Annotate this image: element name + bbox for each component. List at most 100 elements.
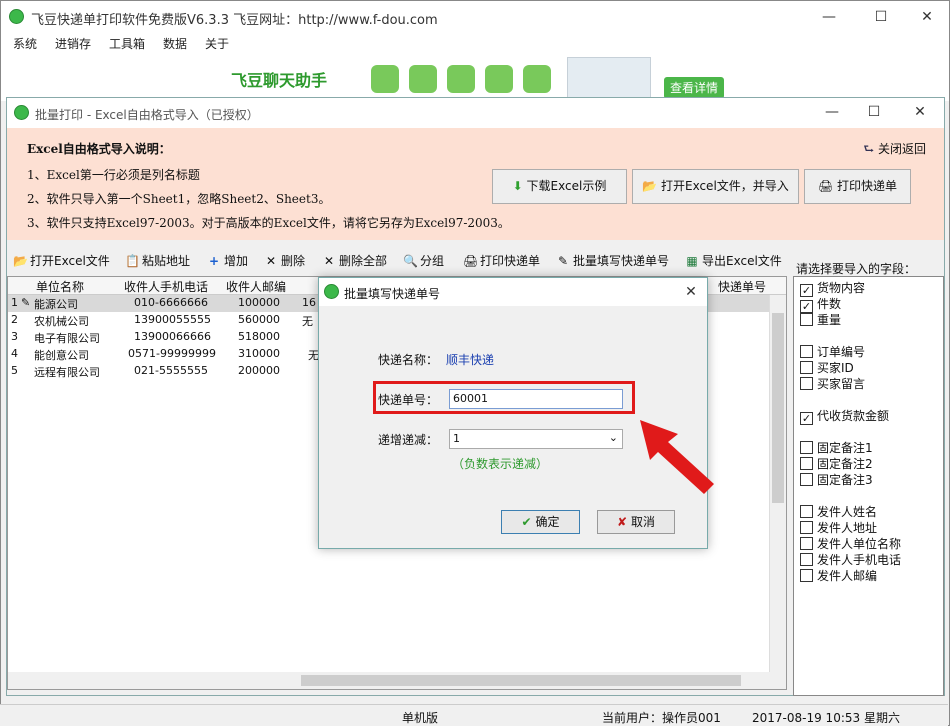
cell-phone[interactable]: 021-5555555 <box>134 364 208 377</box>
download-sample-button[interactable]: ⬇ 下载Excel示例 <box>492 169 627 204</box>
field-checkbox[interactable]: 订单编号 <box>800 343 865 360</box>
banner-details-button[interactable]: 查看详情 <box>664 77 724 99</box>
close-back-link[interactable]: ⮑ 关闭返回 <box>863 140 926 161</box>
vertical-scrollbar[interactable] <box>769 295 786 689</box>
delete-all-button[interactable]: ✕ 删除全部 <box>322 252 387 269</box>
horizontal-scrollbar[interactable] <box>8 672 771 689</box>
confirm-button[interactable]: ✔ 确定 <box>501 510 580 534</box>
cell-zip[interactable]: 310000 <box>238 347 280 360</box>
plus-icon: + <box>208 254 220 268</box>
checkbox-empty-icon[interactable] <box>800 457 813 470</box>
cell-company[interactable]: 能源公司 <box>34 296 78 312</box>
field-checkbox[interactable]: 固定备注2 <box>800 455 873 472</box>
paste-address-button[interactable]: 📋 粘贴地址 <box>125 252 190 269</box>
column-header[interactable]: 收件人手机电话 <box>124 278 208 295</box>
open-import-button[interactable]: 📂 打开Excel文件，并导入 <box>632 169 799 204</box>
field-checkbox[interactable]: ✓ 代收货款金额 <box>800 407 889 425</box>
batch-minimize-button[interactable]: — <box>822 102 842 122</box>
checkbox-empty-icon[interactable] <box>800 361 813 374</box>
cell-company[interactable]: 电子有限公司 <box>34 330 100 346</box>
cell-phone[interactable]: 010-6666666 <box>134 296 208 309</box>
menu-system[interactable]: 系统 <box>13 35 37 52</box>
field-checkbox[interactable]: 买家留言 <box>800 375 865 392</box>
field-checkbox[interactable]: 发件人邮编 <box>800 567 877 584</box>
cell-company[interactable]: 远程有限公司 <box>34 364 100 380</box>
export-excel-button[interactable]: ▦ 导出Excel文件 <box>685 252 781 269</box>
menu-about[interactable]: 关于 <box>205 35 229 52</box>
folder-icon: 📂 <box>642 179 658 193</box>
checkbox-empty-icon[interactable] <box>800 313 813 326</box>
field-checkbox[interactable]: 固定备注1 <box>800 439 873 456</box>
batch-window-icon <box>14 105 29 120</box>
cell-zip[interactable]: 518000 <box>238 330 280 343</box>
row-number: 4 <box>11 347 18 360</box>
paste-address-label: 粘贴地址 <box>142 254 191 268</box>
toolbar-print-button[interactable]: 🖨 打印快递单 <box>463 252 540 269</box>
increment-value: 1 <box>453 432 460 445</box>
column-header[interactable]: 收件人邮编 <box>226 278 286 295</box>
batch-maximize-button[interactable]: ☐ <box>864 102 884 122</box>
checkbox-empty-icon[interactable] <box>800 569 813 582</box>
field-checkbox[interactable]: 发件人地址 <box>800 519 877 536</box>
banner-screenshot-image <box>567 57 651 101</box>
field-checkbox[interactable]: 发件人姓名 <box>800 503 877 520</box>
cell-zip[interactable]: 200000 <box>238 364 280 377</box>
batch-close-button[interactable]: ✕ <box>910 102 930 122</box>
checkbox-empty-icon[interactable] <box>800 553 813 566</box>
close-button[interactable]: ✕ <box>917 7 937 27</box>
field-checkbox[interactable]: 重量 <box>800 311 841 328</box>
menu-data[interactable]: 数据 <box>163 35 187 52</box>
cell-phone[interactable]: 13900055555 <box>134 313 211 326</box>
batch-fill-button[interactable]: ✎ 批量填写快递单号 <box>556 252 669 269</box>
fields-label: 请选择要导入的字段： <box>796 262 917 276</box>
open-excel-button[interactable]: 📂 打开Excel文件 <box>13 252 110 269</box>
tracking-number-input[interactable]: 60001 <box>449 389 623 409</box>
print-express-button[interactable]: 🖨 打印快递单 <box>804 169 911 204</box>
menu-inventory[interactable]: 进销存 <box>55 35 91 52</box>
checkbox-empty-icon[interactable] <box>800 521 813 534</box>
exit-icon: ⮑ <box>863 142 875 156</box>
delete-row-button[interactable]: ✕ 删除 <box>264 252 305 269</box>
minimize-button[interactable]: — <box>819 7 839 27</box>
column-header[interactable]: 快递单号 <box>718 278 766 295</box>
maximize-button[interactable]: ☐ <box>871 7 891 27</box>
field-checkbox[interactable]: 发件人单位名称 <box>800 535 901 552</box>
field-checkbox[interactable]: 发件人手机电话 <box>800 551 901 568</box>
cancel-button[interactable]: ✘ 取消 <box>597 510 675 534</box>
scroll-thumb[interactable] <box>301 675 741 686</box>
cancel-label: 取消 <box>630 515 655 529</box>
add-row-button[interactable]: + 增加 <box>207 252 248 269</box>
checkbox-empty-icon[interactable] <box>800 345 813 358</box>
cell-phone[interactable]: 0571-99999999 <box>128 347 216 360</box>
checkbox-empty-icon[interactable] <box>800 537 813 550</box>
main-title-bar: 飞豆快递单打印软件免费版V6.3.3 飞豆网址：http://www.f-dou… <box>1 1 949 33</box>
cell-extra[interactable]: 16 <box>302 296 316 309</box>
checkbox-empty-icon[interactable] <box>800 377 813 390</box>
group-button[interactable]: 🔍 分组 <box>403 252 444 269</box>
field-checkbox[interactable]: 买家ID <box>800 359 854 376</box>
menu-toolbox[interactable]: 工具箱 <box>109 35 145 52</box>
field-checkbox-label: 买家留言 <box>817 377 866 391</box>
cell-extra[interactable]: 无 <box>302 313 313 329</box>
main-window-title: 飞豆快递单打印软件免费版V6.3.3 飞豆网址：http://www.f-dou… <box>31 13 438 28</box>
checkbox-checked-icon[interactable]: ✓ <box>800 412 813 425</box>
status-edition: 单机版 <box>402 711 439 725</box>
cell-zip[interactable]: 560000 <box>238 313 280 326</box>
instruction-line: 2、软件只导入第一个Sheet1，忽略Sheet2、Sheet3。 <box>27 192 331 206</box>
column-header[interactable]: 单位名称 <box>36 278 84 295</box>
field-checkbox[interactable]: 固定备注3 <box>800 471 873 488</box>
cell-phone[interactable]: 13900066666 <box>134 330 211 343</box>
checkbox-empty-icon[interactable] <box>800 473 813 486</box>
cell-company[interactable]: 能创意公司 <box>34 347 89 363</box>
checkbox-empty-icon[interactable] <box>800 441 813 454</box>
checkbox-empty-icon[interactable] <box>800 505 813 518</box>
dialog-close-button[interactable]: ✕ <box>681 282 701 302</box>
scroll-thumb[interactable] <box>772 313 784 503</box>
field-checkbox-label: 发件人地址 <box>817 521 878 535</box>
instruction-line: 1、Excel第一行必须是列名标题 <box>27 168 200 182</box>
field-checkbox-label: 发件人手机电话 <box>817 553 902 567</box>
batch-title-bar: 批量打印 - Excel自由格式导入（已授权） — ☐ ✕ <box>7 98 944 128</box>
cell-company[interactable]: 农机械公司 <box>34 313 89 329</box>
increment-select[interactable]: 1 ⌄ <box>449 429 623 449</box>
cell-zip[interactable]: 100000 <box>238 296 280 309</box>
